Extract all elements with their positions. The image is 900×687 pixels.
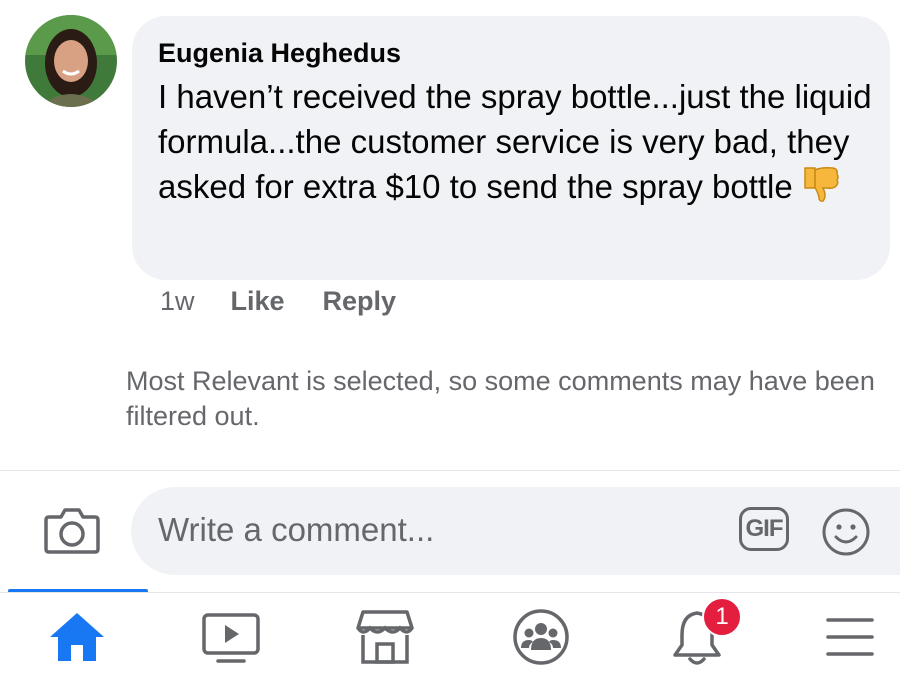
comment-input[interactable]: Write a comment... GIF [131,487,900,575]
comment-timestamp[interactable]: 1w [160,286,195,317]
tabbar-divider [0,592,900,593]
tab-groups[interactable] [509,608,573,666]
filter-notice: Most Relevant is selected, so some comme… [126,366,875,431]
store-icon [356,610,414,664]
comment-text: I haven’t received the spray bottle...ju… [158,74,878,215]
menu-icon [826,618,874,656]
tab-marketplace[interactable] [353,608,417,666]
tab-home[interactable] [45,608,109,666]
groups-icon [513,609,569,665]
comment-actions: 1w Like Reply [160,286,434,317]
comment-text-body: I haven’t received the spray bottle...ju… [158,78,872,205]
avatar-photo [25,15,117,107]
camera-icon[interactable] [43,505,101,555]
comment-bubble: Eugenia Heghedus I haven’t received the … [132,16,890,280]
notification-badge: 1 [702,597,742,637]
avatar[interactable] [25,15,117,107]
divider [0,470,900,471]
like-button[interactable]: Like [231,286,285,317]
comment-author[interactable]: Eugenia Heghedus [158,36,890,70]
home-icon [50,613,104,661]
video-icon [202,613,260,663]
smiley-icon[interactable] [821,507,871,557]
tab-menu[interactable] [818,608,882,666]
gif-button[interactable]: GIF [739,507,789,551]
reply-button[interactable]: Reply [323,286,397,317]
thumbs-down-icon [801,164,841,215]
comment-placeholder: Write a comment... [158,511,435,548]
tab-watch[interactable] [199,608,263,666]
